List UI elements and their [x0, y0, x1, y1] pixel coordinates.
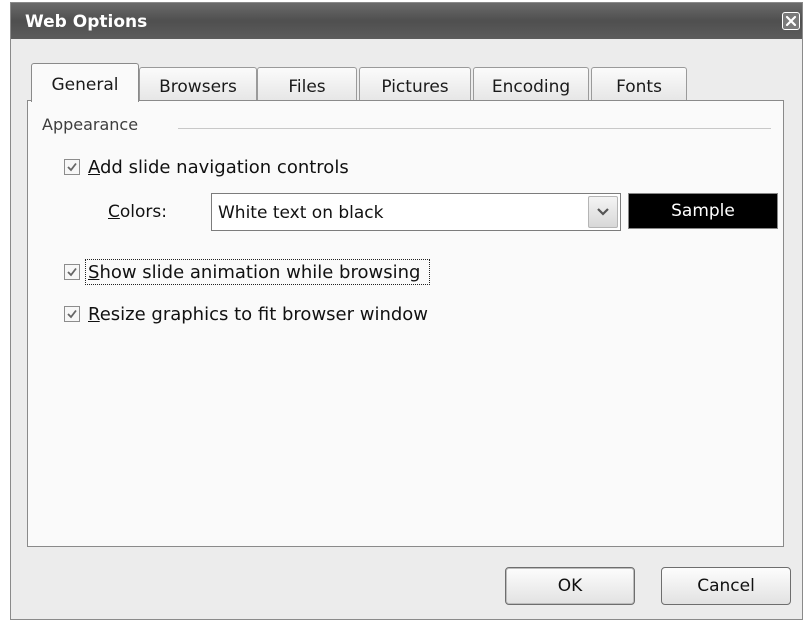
show-animation-label: Show slide animation while browsing: [88, 262, 421, 283]
tab-fonts[interactable]: Fonts: [591, 67, 687, 101]
resize-graphics-checkbox[interactable]: [64, 306, 80, 322]
tab-files[interactable]: Files: [257, 67, 357, 101]
title-bar[interactable]: Web Options: [11, 3, 802, 39]
tab-strip: General Browsers Files Pictures Encoding…: [27, 63, 707, 102]
show-animation-option[interactable]: Show slide animation while browsing: [64, 259, 444, 286]
resize-graphics-option[interactable]: Resize graphics to fit browser window: [64, 304, 454, 328]
group-divider: [178, 128, 771, 129]
checkmark-icon: [67, 267, 77, 277]
chevron-down-icon: [597, 208, 609, 216]
general-tab-panel: Appearance Add slide navigation controls…: [27, 100, 784, 547]
tab-browsers[interactable]: Browsers: [139, 67, 257, 101]
ok-button[interactable]: OK: [505, 567, 635, 605]
add-nav-controls-checkbox[interactable]: [64, 159, 80, 175]
checkmark-icon: [67, 309, 77, 319]
close-icon: [785, 15, 797, 27]
show-animation-checkbox[interactable]: [64, 264, 80, 280]
appearance-group-label: Appearance: [42, 115, 147, 134]
resize-graphics-label: Resize graphics to fit browser window: [88, 304, 429, 325]
colors-dropdown-button[interactable]: [588, 196, 618, 228]
tab-pictures[interactable]: Pictures: [359, 67, 471, 101]
colors-dropdown[interactable]: White text on black: [211, 193, 621, 231]
dialog-title: Web Options: [25, 12, 148, 32]
web-options-dialog: Web Options General Browsers Files Pictu…: [10, 2, 803, 620]
checkmark-icon: [67, 162, 77, 172]
tab-general[interactable]: General: [31, 63, 139, 102]
cancel-button[interactable]: Cancel: [661, 567, 791, 605]
colors-label: Colors:: [108, 202, 167, 222]
close-button[interactable]: [782, 12, 800, 30]
tab-encoding[interactable]: Encoding: [473, 67, 589, 101]
add-nav-controls-option[interactable]: Add slide navigation controls: [64, 157, 384, 181]
color-sample-preview: Sample: [628, 193, 778, 229]
add-nav-controls-label: Add slide navigation controls: [88, 157, 349, 178]
colors-selected-value: White text on black: [218, 203, 384, 223]
